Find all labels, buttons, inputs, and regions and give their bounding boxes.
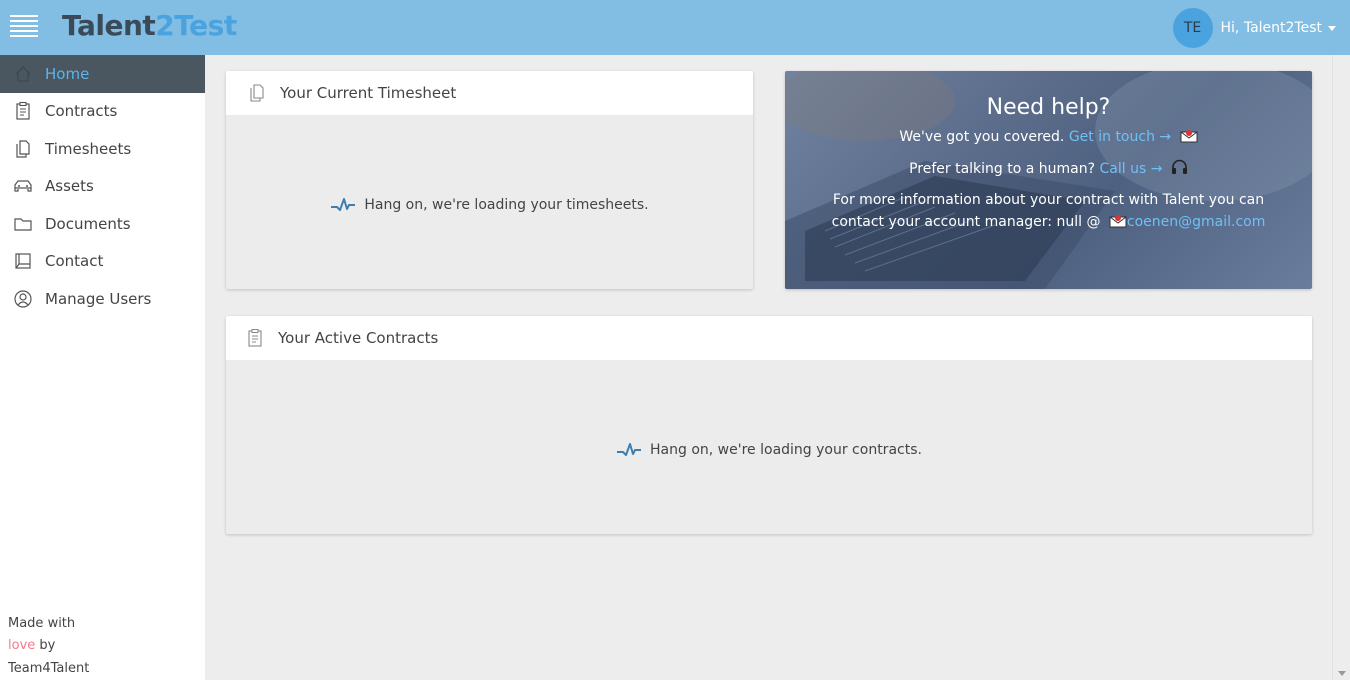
loading-text: Hang on, we're loading your timesheets. xyxy=(364,197,649,213)
timesheet-loading: Hang on, we're loading your timesheets. xyxy=(226,195,753,215)
sidebar-item-label: Documents xyxy=(45,214,131,233)
sidebar-item-contact[interactable]: Contact xyxy=(0,243,205,281)
timesheets-icon xyxy=(246,82,268,104)
help-info: For more information about your contract… xyxy=(785,189,1312,233)
help-line-text: We've got you covered. xyxy=(899,129,1065,145)
timesheet-card-header: Your Current Timesheet xyxy=(226,71,753,115)
headphones-icon xyxy=(1171,159,1187,174)
top-bar: Talent2Test TE Hi, Talent2Test xyxy=(0,0,1350,55)
account-manager-email-link[interactable]: coenen@gmail.com xyxy=(1127,214,1265,230)
help-content: Need help? We've got you covered. Get in… xyxy=(785,71,1312,233)
call-us-link[interactable]: Call us → xyxy=(1100,161,1163,177)
sidebar-item-label: Timesheets xyxy=(45,139,132,158)
sidebar-item-home[interactable]: Home xyxy=(0,55,205,93)
sidebar: Home Contracts Timesheets Assets Documen… xyxy=(0,55,205,680)
love-text: love xyxy=(8,638,36,653)
envelope-icon xyxy=(1109,215,1127,228)
scroll-down-arrow-icon[interactable] xyxy=(1338,671,1346,676)
sidebar-item-label: Home xyxy=(45,64,90,83)
timesheet-card: Your Current Timesheet Hang on, we're lo… xyxy=(226,71,753,289)
help-line-text: Prefer talking to a human? xyxy=(909,161,1096,177)
pulse-icon xyxy=(617,443,642,456)
app-logo[interactable]: Talent2Test xyxy=(62,9,237,42)
sidebar-item-documents[interactable]: Documents xyxy=(0,205,205,243)
user-menu[interactable]: TE Hi, Talent2Test xyxy=(1172,8,1336,48)
help-line-email: We've got you covered. Get in touch → xyxy=(785,128,1312,145)
footer-by: by xyxy=(35,638,56,653)
sidebar-item-timesheets[interactable]: Timesheets xyxy=(0,130,205,168)
user-icon xyxy=(12,288,34,310)
get-in-touch-link[interactable]: Get in touch → xyxy=(1069,129,1171,145)
sidebar-item-contracts[interactable]: Contracts xyxy=(0,93,205,131)
loading-text: Hang on, we're loading your contracts. xyxy=(650,442,922,458)
menu-icon[interactable] xyxy=(10,15,38,39)
sidebar-item-manage-users[interactable]: Manage Users xyxy=(0,280,205,318)
envelope-icon xyxy=(1180,130,1198,143)
page-scrollbar[interactable] xyxy=(1332,55,1350,680)
chevron-down-icon xyxy=(1328,25,1336,31)
card-title: Your Current Timesheet xyxy=(280,84,457,102)
avatar: TE xyxy=(1172,8,1213,48)
contracts-loading: Hang on, we're loading your contracts. xyxy=(226,440,1312,460)
car-icon xyxy=(12,175,34,197)
folder-icon xyxy=(12,213,34,235)
contracts-card: Your Active Contracts Hang on, we're loa… xyxy=(226,316,1312,534)
help-card: Need help? We've got you covered. Get in… xyxy=(785,71,1312,289)
contracts-icon xyxy=(244,327,266,349)
logo-part-1: Talent xyxy=(62,9,156,42)
home-icon xyxy=(12,63,34,85)
footer-line-3: Team4Talent xyxy=(8,660,90,676)
sidebar-item-label: Contracts xyxy=(45,102,118,121)
sidebar-item-label: Assets xyxy=(45,177,94,196)
book-icon xyxy=(12,250,34,272)
sidebar-item-assets[interactable]: Assets xyxy=(0,168,205,206)
logo-part-2: 2Test xyxy=(155,9,237,42)
sidebar-item-label: Manage Users xyxy=(45,289,152,308)
card-title: Your Active Contracts xyxy=(278,329,439,347)
user-greeting: Hi, Talent2Test xyxy=(1220,20,1322,36)
sidebar-item-label: Contact xyxy=(45,252,104,271)
contracts-card-header: Your Active Contracts xyxy=(226,316,1312,360)
help-line-call: Prefer talking to a human? Call us → xyxy=(785,159,1312,177)
help-title: Need help? xyxy=(986,95,1111,120)
footer-credit: Made with love by Team4Talent xyxy=(8,613,89,680)
pulse-icon xyxy=(331,198,356,211)
footer-line-1: Made with xyxy=(8,615,76,631)
timesheets-icon xyxy=(12,138,34,160)
contracts-icon xyxy=(12,100,34,122)
footer-line-2: love by xyxy=(8,635,89,658)
